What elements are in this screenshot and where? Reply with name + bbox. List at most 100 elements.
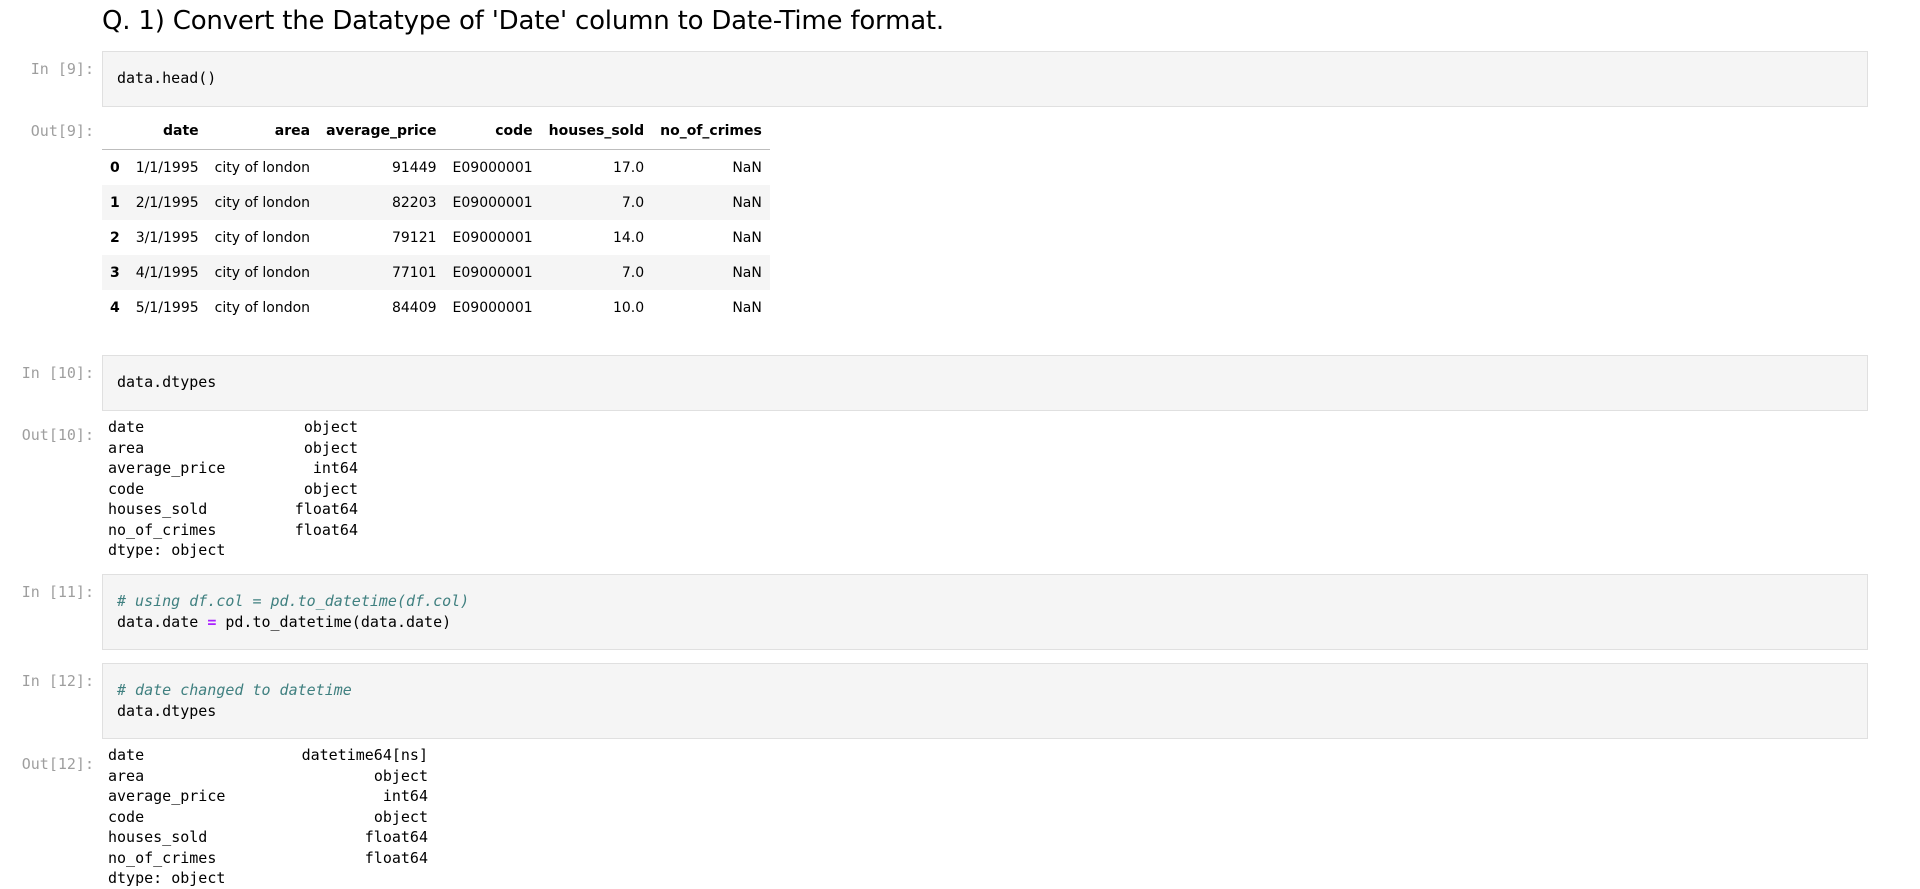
table-cell: E09000001 bbox=[452, 159, 533, 176]
table-cell: 1/1/1995 bbox=[135, 159, 199, 176]
table-cell: NaN bbox=[732, 264, 762, 281]
table-cell: 7.0 bbox=[621, 264, 645, 281]
table-cell: city of london bbox=[214, 264, 311, 281]
dtype-column-name: average_price bbox=[108, 459, 226, 477]
table-cell: E09000001 bbox=[452, 264, 533, 281]
dtype-value: object bbox=[303, 479, 358, 498]
table-cell: NaN bbox=[732, 159, 762, 176]
column-header: no_of_crimes bbox=[652, 113, 770, 150]
table-cell: 4/1/1995 bbox=[135, 264, 199, 281]
table-cell: NaN bbox=[732, 194, 762, 211]
row-index: 0 bbox=[110, 159, 120, 176]
table-cell: 84409 bbox=[391, 299, 437, 316]
table-cell: city of london bbox=[214, 299, 311, 316]
markdown-heading: Q. 1) Convert the Datatype of 'Date' col… bbox=[102, 6, 944, 36]
table-row: 4 5/1/1995 city of london 84409 E09000001 10.… bbox=[102, 290, 770, 325]
code-comment: # using df.col = pd.to_datetime(df.col) bbox=[117, 592, 470, 610]
table-cell: 5/1/1995 bbox=[135, 299, 199, 316]
output-prompt-10: Out[10]: bbox=[21, 426, 94, 444]
dtype-row: average_price int64 bbox=[108, 786, 428, 807]
index-header bbox=[102, 113, 128, 150]
column-header: average_price bbox=[318, 113, 445, 150]
code-cell-10[interactable]: data.dtypes bbox=[102, 355, 1868, 411]
table-cell: 17.0 bbox=[612, 159, 645, 176]
code-cell-12[interactable]: # date changed to datetime data.dtypes bbox=[102, 663, 1868, 739]
dtype-row: average_price int64 bbox=[108, 458, 358, 479]
code-cell-9[interactable]: data.head() bbox=[102, 51, 1868, 107]
output-prompt-12: Out[12]: bbox=[21, 755, 94, 773]
dtype-value: float64 bbox=[294, 500, 358, 518]
dtype-value: int64 bbox=[382, 787, 428, 805]
row-index: 4 bbox=[110, 299, 120, 316]
dtype-value: object bbox=[303, 418, 358, 436]
table-cell: 3/1/1995 bbox=[135, 229, 199, 246]
code-line: data.dtypes bbox=[117, 702, 217, 720]
dtype-value: object bbox=[373, 766, 428, 785]
column-header: houses_sold bbox=[540, 113, 653, 150]
dtype-row: code object bbox=[108, 807, 428, 828]
table-cell: city of london bbox=[214, 229, 311, 246]
table-cell: NaN bbox=[732, 229, 762, 246]
code-text: data.date bbox=[117, 613, 208, 631]
dtype-column-name: average_price bbox=[108, 787, 226, 805]
dtype-value: datetime64[ns] bbox=[301, 746, 428, 764]
assign-operator: = bbox=[207, 613, 217, 631]
column-header: code bbox=[444, 113, 541, 150]
table-cell: city of london bbox=[214, 159, 311, 176]
input-prompt-12: In [12]: bbox=[21, 672, 94, 690]
column-header: date bbox=[127, 113, 207, 150]
dtype-value: float64 bbox=[364, 828, 428, 846]
output-prompt-9: Out[9]: bbox=[30, 122, 94, 140]
row-index: 2 bbox=[110, 229, 120, 246]
row-index: 1 bbox=[110, 194, 120, 211]
dtype-row: area object bbox=[108, 766, 428, 787]
dtypes-output-10: date object area object average_price int64 co… bbox=[108, 417, 358, 561]
table-cell: 77101 bbox=[391, 264, 437, 281]
table-cell: city of london bbox=[214, 194, 311, 211]
dtype-column-name: no_of_crimes bbox=[108, 848, 217, 867]
table-cell: 79121 bbox=[391, 229, 437, 246]
code-cell-11[interactable]: # using df.col = pd.to_datetime(df.col) … bbox=[102, 574, 1868, 650]
dtype-value: float64 bbox=[294, 520, 358, 539]
dtype-column-name: area bbox=[108, 766, 145, 785]
table-cell: 82203 bbox=[391, 194, 437, 211]
table-row: 3 4/1/1995 city of london 77101 E09000001 7.0… bbox=[102, 255, 770, 290]
table-cell: 2/1/1995 bbox=[135, 194, 199, 211]
dtype-column-name: date bbox=[108, 418, 145, 436]
dtype-row: no_of_crimes float64 bbox=[108, 520, 358, 541]
dtype-column-name: date bbox=[108, 746, 145, 764]
dtype-value: object bbox=[373, 807, 428, 826]
code-comment: # date changed to datetime bbox=[117, 681, 352, 699]
dtype-column-name: houses_sold bbox=[108, 500, 208, 518]
table-row: 0 1/1/1995 city of london 91449 E09000001 17.… bbox=[102, 150, 770, 186]
dtype-footer: dtype: object bbox=[108, 541, 226, 559]
dtype-column-name: code bbox=[108, 807, 145, 826]
input-prompt-11: In [11]: bbox=[21, 583, 94, 601]
row-index: 3 bbox=[110, 264, 120, 281]
dtype-row: date object bbox=[108, 417, 358, 438]
table-cell: 10.0 bbox=[612, 299, 645, 316]
table-cell: NaN bbox=[732, 299, 762, 316]
input-prompt-9: In [9]: bbox=[30, 60, 94, 78]
table-cell: 14.0 bbox=[612, 229, 645, 246]
table-cell: 7.0 bbox=[621, 194, 645, 211]
column-header: area bbox=[206, 113, 319, 150]
dataframe-table: date area average_price code houses_sold no_o… bbox=[102, 113, 770, 325]
dtype-row: code object bbox=[108, 479, 358, 500]
dtype-column-name: houses_sold bbox=[108, 828, 208, 846]
code-text: pd.to_datetime(data.date) bbox=[216, 613, 452, 631]
dtype-column-name: code bbox=[108, 479, 145, 498]
dtype-row: date datetime64[ns] bbox=[108, 745, 428, 766]
dtype-column-name: no_of_crimes bbox=[108, 520, 217, 539]
dtypes-output-12: date datetime64[ns] area object average_pric… bbox=[108, 745, 428, 889]
code-line: data.head() bbox=[117, 69, 217, 87]
table-cell: E09000001 bbox=[452, 299, 533, 316]
dtype-value: float64 bbox=[364, 848, 428, 867]
table-cell: E09000001 bbox=[452, 194, 533, 211]
table-row: 1 2/1/1995 city of london 82203 E09000001 7.0… bbox=[102, 185, 770, 220]
dtype-row: no_of_crimes float64 bbox=[108, 848, 428, 869]
table-cell: E09000001 bbox=[452, 229, 533, 246]
dtype-row: houses_sold float64 bbox=[108, 499, 358, 520]
dtype-value: object bbox=[303, 438, 358, 457]
table-header-row: date area average_price code houses_sold no_o… bbox=[102, 113, 770, 150]
